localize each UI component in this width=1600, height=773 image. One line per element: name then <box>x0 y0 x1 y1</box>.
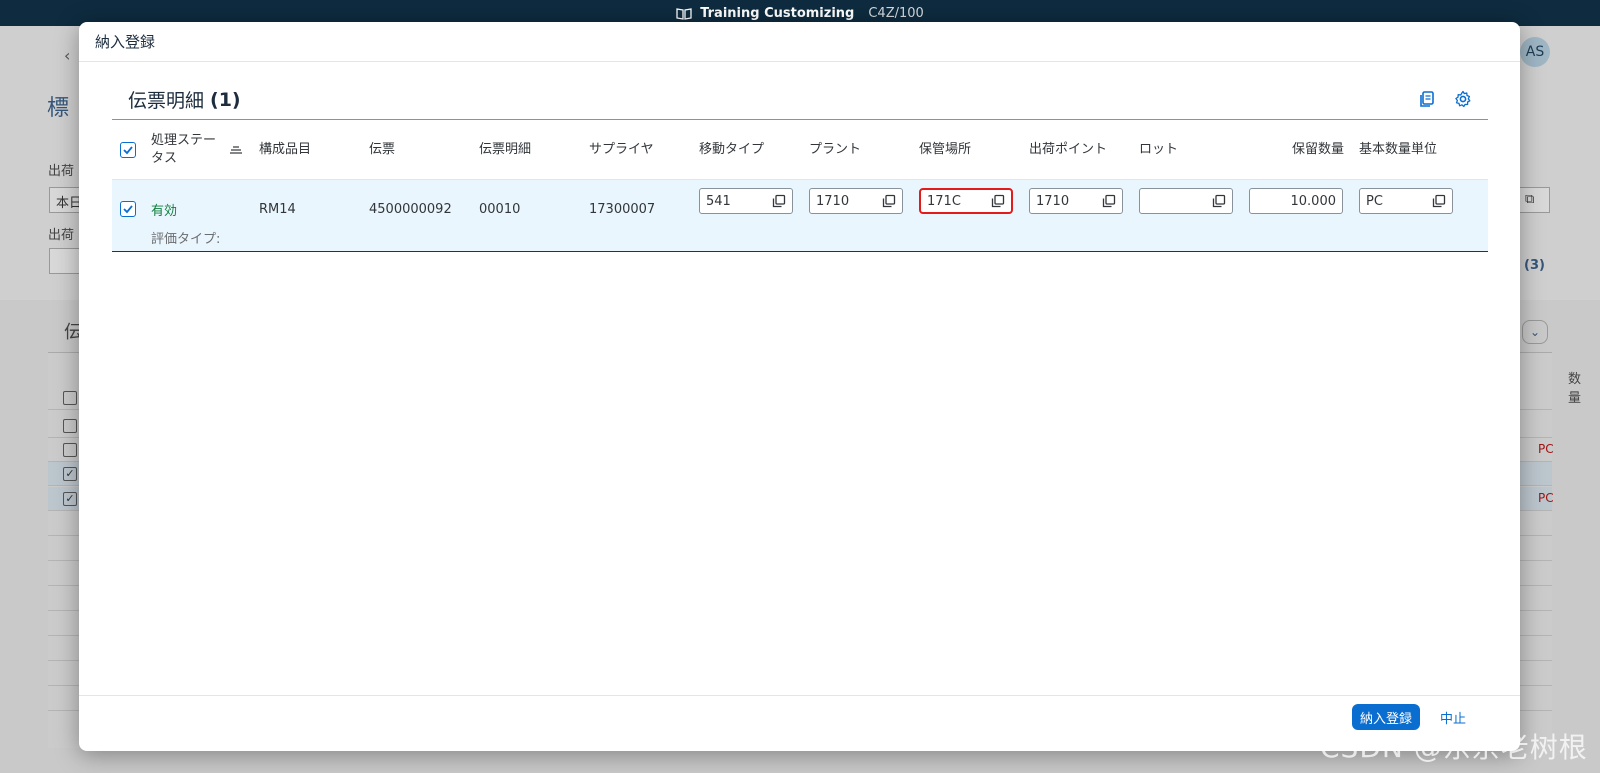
back-chevron-icon[interactable]: ‹ <box>64 46 70 65</box>
unit: PC <box>1538 442 1554 456</box>
unit: PC <box>1538 491 1554 505</box>
status-value: 有効 <box>151 203 178 219</box>
checkbox[interactable]: ✓ <box>63 467 77 481</box>
item-value: 00010 <box>479 201 521 217</box>
app-title: Training Customizing <box>700 5 855 21</box>
valuation-type-label: 評価タイプ: <box>151 232 221 247</box>
movement-type-value: 541 <box>706 193 731 209</box>
copy-icon[interactable] <box>1418 90 1436 108</box>
column-header-storage-location[interactable]: 保管場所 <box>919 120 971 180</box>
movement-type-input[interactable]: 541 <box>699 188 793 214</box>
shipping-point-input[interactable]: 1710 <box>1029 188 1123 214</box>
column-header-plant[interactable]: プラント <box>809 120 861 180</box>
select-all-checkbox[interactable] <box>120 120 136 180</box>
system-id: C4Z/100 <box>868 5 924 21</box>
shipping-point-value: 1710 <box>1036 193 1070 209</box>
value-help-icon[interactable] <box>772 194 786 208</box>
base-unit-input[interactable]: PC <box>1359 188 1453 214</box>
item-count: (3) <box>1524 258 1545 273</box>
table-row[interactable]: 有効 RM14 4500000092 00010 17300007 541 17… <box>112 180 1488 252</box>
value-help-icon[interactable] <box>882 194 896 208</box>
column-header-supplier[interactable]: サプライヤ <box>589 120 654 180</box>
document-value: 4500000092 <box>369 201 452 217</box>
panel-title-text: 伝票明細 <box>128 90 205 112</box>
storage-location-value: 171C <box>927 193 961 209</box>
dialog-title: 納入登録 <box>79 22 1520 62</box>
page-title: 標 <box>47 96 70 121</box>
value-help-icon[interactable]: ⧉ <box>1516 187 1550 213</box>
plant-value: 1710 <box>816 193 850 209</box>
dialog-footer: 納入登録 中止 <box>79 695 1520 751</box>
column-header-shipping-point[interactable]: 出荷ポイント <box>1029 120 1107 180</box>
column-header-status[interactable]: 処理ステータス <box>151 120 226 180</box>
document-items-panel: 伝票明細 (1) 処理ステータス 構成品目 伝票 伝票明細 サプライヤ 移動タイ… <box>112 80 1488 252</box>
column-header-item[interactable]: 伝票明細 <box>479 120 531 180</box>
watermark: CSDN @东京老树根 <box>1320 731 1588 764</box>
reserved-qty-input[interactable]: 10.000 <box>1249 188 1343 214</box>
avatar[interactable]: AS <box>1520 37 1550 67</box>
plant-input[interactable]: 1710 <box>809 188 903 214</box>
chevron-down-icon[interactable]: ⌄ <box>1522 320 1548 344</box>
value-help-icon[interactable] <box>1432 194 1446 208</box>
batch-input[interactable] <box>1139 188 1233 214</box>
checkbox[interactable]: ✓ <box>63 492 77 506</box>
column-header-reserved-qty[interactable]: 保留数量 <box>1249 120 1344 180</box>
column-header: 数量 <box>1568 372 1582 406</box>
table-header: 処理ステータス 構成品目 伝票 伝票明細 サプライヤ 移動タイプ プラント 保管… <box>112 120 1488 180</box>
filter-label: 出荷 <box>48 164 75 179</box>
panel-title: 伝票明細 (1) <box>112 80 1488 120</box>
value-help-icon[interactable] <box>991 194 1005 208</box>
column-header-base-unit[interactable]: 基本数量単位 <box>1359 120 1437 180</box>
goods-receipt-dialog: 納入登録 伝票明細 (1) 処理ステータス 構成品目 伝票 伝票明細 サプライヤ… <box>79 22 1520 751</box>
settings-gear-icon[interactable] <box>1454 90 1472 108</box>
column-header-batch[interactable]: ロット <box>1139 120 1178 180</box>
column-header-component[interactable]: 構成品目 <box>259 120 311 180</box>
checkbox[interactable] <box>63 443 77 457</box>
sort-icon[interactable] <box>229 120 243 180</box>
component-value: RM14 <box>259 201 296 217</box>
checkbox[interactable] <box>63 419 77 433</box>
value-help-icon[interactable] <box>1102 194 1116 208</box>
panel-toolbar <box>1418 90 1472 108</box>
filter-label-2: 出荷 <box>48 228 75 243</box>
column-header-movement-type[interactable]: 移動タイプ <box>699 120 764 180</box>
base-unit-value: PC <box>1366 193 1383 209</box>
value-help-icon[interactable] <box>1212 194 1226 208</box>
column-header-document[interactable]: 伝票 <box>369 120 395 180</box>
storage-location-input[interactable]: 171C <box>919 188 1013 214</box>
supplier-value: 17300007 <box>589 201 656 217</box>
row-checkbox[interactable] <box>120 196 136 222</box>
checkbox[interactable] <box>63 391 77 405</box>
panel-title-count: (1) <box>210 88 241 111</box>
book-icon <box>676 7 692 20</box>
reserved-qty-value: 10.000 <box>1290 193 1337 209</box>
